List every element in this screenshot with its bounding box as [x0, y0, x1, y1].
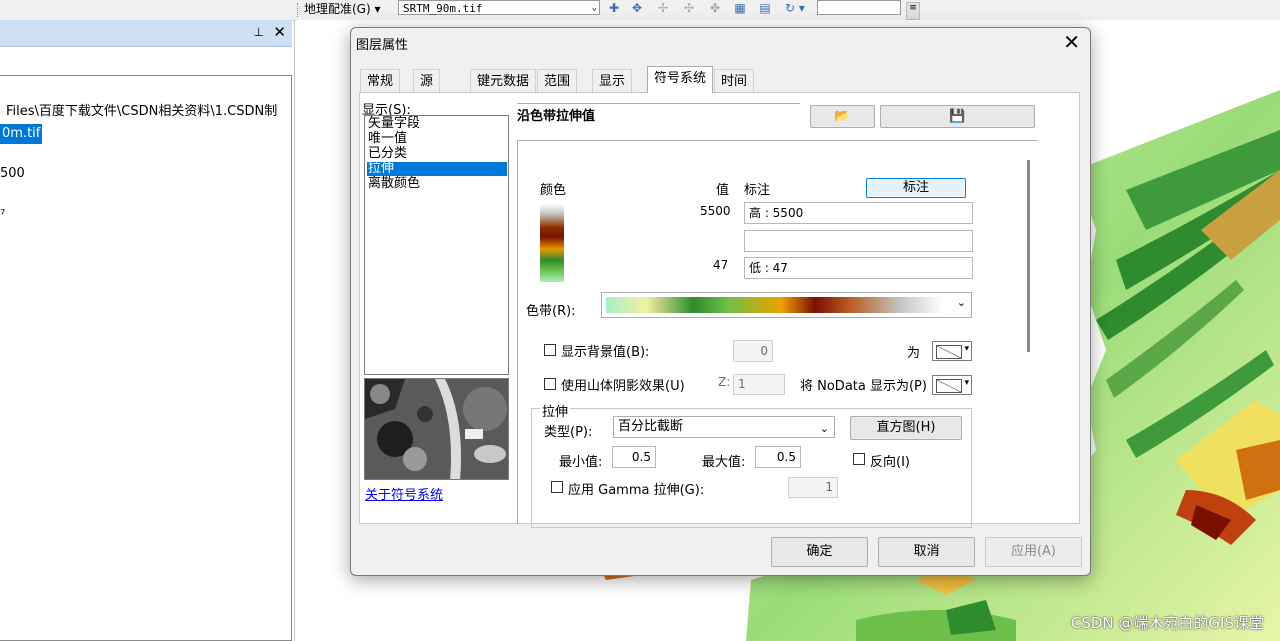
view-link-table-icon[interactable]: ▦	[731, 0, 749, 16]
panel-scrollbar[interactable]	[1027, 160, 1030, 352]
tab-general[interactable]: 常规	[360, 69, 401, 92]
auto-adjust-icon[interactable]: ✤	[706, 0, 724, 16]
max-value-field[interactable]: 0.5	[755, 446, 801, 468]
stretch-group-label: 拉伸	[540, 401, 571, 420]
low-value: 47	[713, 258, 729, 272]
renderer-preview-image	[364, 378, 509, 480]
toc-layer-path: Files\百度下载文件\CSDN相关资料\1.CSDN制	[6, 104, 278, 119]
top-toolbar: 地理配准(G) ▾ SRTM_90m.tif ⌄ ✚ ✥ ✢ ✣ ✤ ▦ ▤ ↻…	[0, 0, 1280, 21]
preview-aerial-photo	[365, 379, 508, 479]
nodata-label: 将 NoData 显示为(P)	[800, 379, 927, 394]
low-label-field[interactable]: 低 : 47	[744, 257, 973, 279]
add-control-point-icon[interactable]: ✚	[605, 0, 623, 16]
stretch-type-label: 类型(P):	[544, 425, 593, 440]
color-ramp-swatch	[606, 297, 943, 313]
dropdown-arrow-icon: ▾	[964, 344, 969, 354]
background-as-label: 为	[907, 346, 921, 361]
tab-key-metadata[interactable]: 键元数据	[470, 69, 537, 92]
color-ramp-select[interactable]: ⌄	[601, 292, 972, 318]
apply-button[interactable]: 应用(A)	[985, 537, 1082, 567]
gamma-label: 应用 Gamma 拉伸(G):	[568, 483, 705, 498]
renderer-heading: 沿色带拉伸值	[517, 109, 596, 124]
about-symbology-link[interactable]: 关于符号系统	[365, 484, 443, 503]
gamma-checkbox[interactable]	[551, 481, 563, 493]
chevron-down-icon: ⌄	[956, 296, 966, 309]
ok-button[interactable]: 确定	[771, 537, 868, 567]
value-column-header: 值	[716, 183, 730, 198]
toc-layer-item[interactable]: 0m.tif	[0, 124, 43, 144]
label-column-header: 标注	[744, 183, 771, 198]
z-factor-field[interactable]: 1	[733, 374, 785, 395]
save-style-button[interactable]: 💾	[880, 105, 1035, 128]
tab-symbology[interactable]: 符号系统	[647, 66, 714, 93]
invert-checkbox[interactable]	[853, 453, 865, 465]
close-icon[interactable]: ✕	[273, 23, 286, 41]
tab-time[interactable]: 时间	[714, 69, 755, 92]
dropdown-arrow-icon: ▾	[964, 378, 969, 388]
tab-source[interactable]: 源	[413, 69, 441, 92]
tab-extent[interactable]: 范围	[537, 69, 578, 92]
label-button[interactable]: 标注	[866, 178, 966, 198]
georef-layer-value: SRTM_90m.tif	[403, 2, 483, 15]
toc-panel	[0, 75, 292, 641]
high-value: 5500	[700, 204, 731, 218]
show-background-checkbox[interactable]	[544, 344, 556, 356]
toc-expand-caret[interactable]: ⁷	[0, 208, 5, 223]
open-style-button[interactable]: 📂	[810, 105, 875, 128]
list-item-discrete-color[interactable]: 离散颜色	[367, 177, 507, 191]
heading-divider	[517, 103, 800, 104]
color-column-header: 颜色	[540, 183, 567, 198]
stretch-type-value: 百分比截断	[618, 419, 684, 434]
layer-properties-dialog: 图层属性 ✕ 常规 源 键元数据 范围 显示 符号系统 时间 显示(S): 矢量…	[350, 27, 1091, 576]
no-color-swatch-icon	[936, 379, 962, 393]
hillshade-checkbox[interactable]	[544, 378, 556, 390]
link-table-icon[interactable]: ▤	[756, 0, 774, 16]
renderer-list[interactable]: 矢量字段 唯一值 已分类 拉伸 离散颜色	[364, 115, 509, 375]
pin-icon[interactable]: ⊥	[254, 25, 264, 39]
list-item-vector-field[interactable]: 矢量字段	[367, 117, 507, 131]
georeferencing-menu[interactable]: 地理配准(G) ▾	[304, 0, 381, 18]
max-label: 最大值:	[702, 455, 746, 470]
dialog-title: 图层属性	[356, 38, 409, 53]
z-factor-label: Z:	[718, 375, 731, 389]
nodata-color-picker[interactable]: ▾	[932, 375, 972, 395]
cancel-button[interactable]: 取消	[878, 537, 975, 567]
select-link-icon[interactable]: ✥	[628, 0, 646, 16]
georef-layer-combo[interactable]: SRTM_90m.tif ⌄	[398, 0, 600, 15]
background-color-picker[interactable]: ▾	[932, 341, 972, 361]
rotation-input[interactable]	[817, 0, 901, 15]
no-color-swatch-icon	[936, 345, 962, 359]
min-value-field[interactable]: 0.5	[612, 446, 656, 468]
high-label-field[interactable]: 高 : 5500	[744, 202, 973, 224]
stretch-type-select[interactable]: 百分比截断 ⌄	[613, 416, 835, 438]
chevron-down-icon: ⌄	[819, 422, 829, 435]
mid-label-field[interactable]	[744, 230, 973, 252]
gamma-value-field[interactable]: 1	[788, 477, 838, 498]
list-item-classified[interactable]: 已分类	[367, 147, 507, 161]
zoom-to-link-icon[interactable]: ✢	[654, 0, 672, 16]
background-value-field[interactable]: 0	[733, 340, 773, 362]
hillshade-label: 使用山体阴影效果(U)	[561, 379, 685, 394]
invert-label: 反向(I)	[870, 455, 910, 470]
panel-divider[interactable]	[294, 20, 295, 641]
color-ramp-preview[interactable]	[540, 204, 564, 282]
rotate-icon[interactable]: ↻ ▾	[780, 0, 810, 16]
chevron-down-icon: ⌄	[591, 3, 597, 13]
toolbar-overflow-icon[interactable]: ≡	[906, 2, 920, 20]
min-label: 最小值:	[559, 455, 603, 470]
histogram-button[interactable]: 直方图(H)	[850, 416, 962, 440]
list-item-unique-values[interactable]: 唯一值	[367, 132, 507, 146]
toolbar-grip[interactable]	[297, 3, 301, 17]
list-item-stretched[interactable]: 拉伸	[367, 162, 507, 176]
color-ramp-label: 色带(R):	[526, 304, 576, 319]
delete-link-icon[interactable]: ✣	[680, 0, 698, 16]
close-icon[interactable]: ✕	[1063, 30, 1080, 54]
save-icon: 💾	[949, 109, 966, 124]
toc-value-text: 500	[0, 166, 25, 181]
toc-panel-header: ⊥ ✕	[0, 20, 292, 47]
show-background-label: 显示背景值(B):	[561, 345, 650, 360]
open-folder-icon: 📂	[834, 109, 851, 124]
tab-display[interactable]: 显示	[592, 69, 633, 92]
watermark-text: CSDN @端木宛白的GIS课堂	[1070, 614, 1264, 632]
